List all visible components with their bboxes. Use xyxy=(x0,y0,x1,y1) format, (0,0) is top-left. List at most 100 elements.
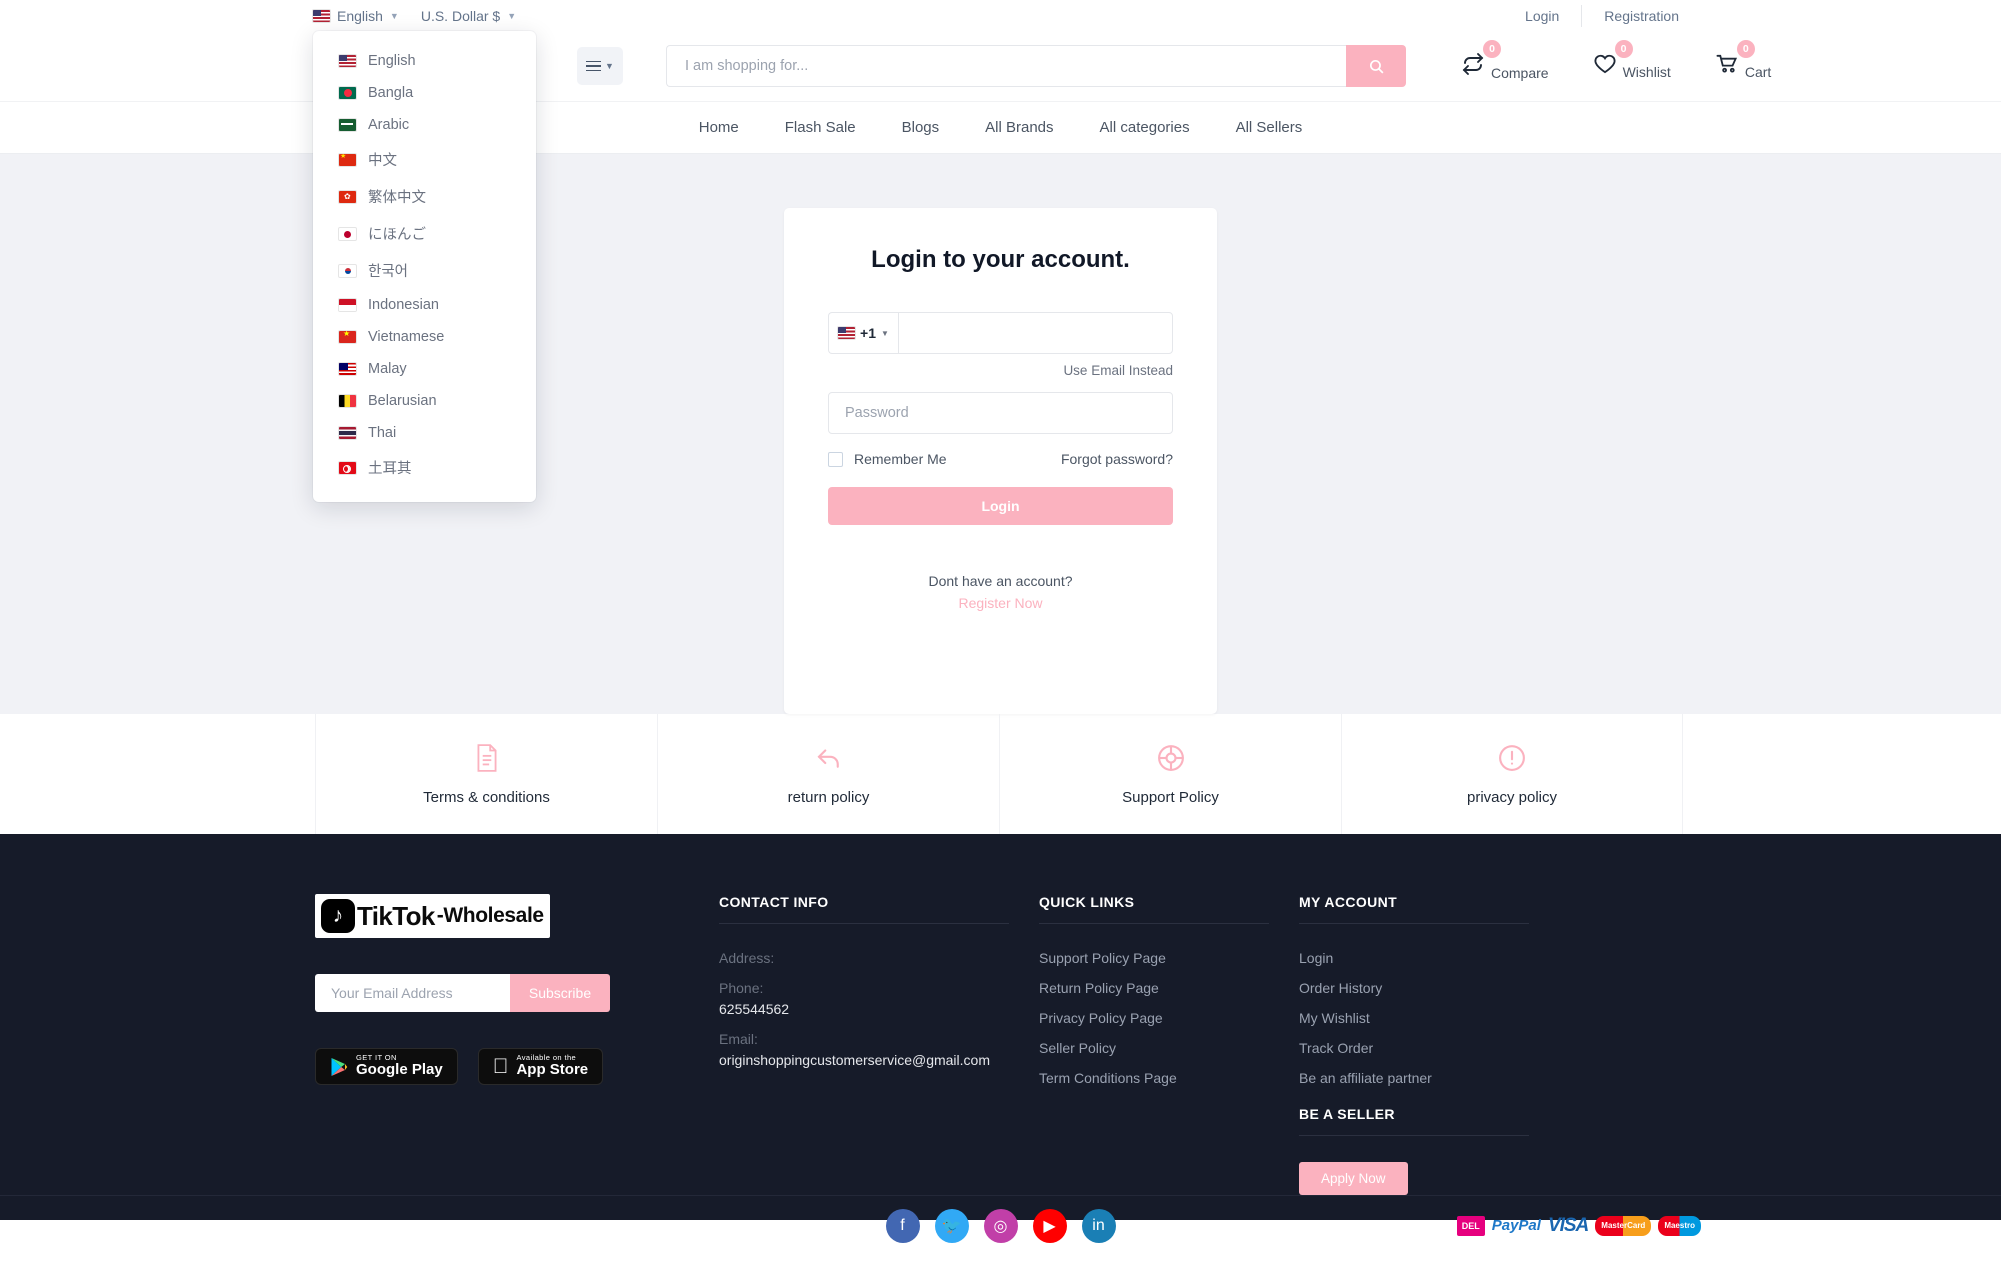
quick-link-item[interactable]: Support Policy Page xyxy=(1039,950,1269,966)
language-option-label: にほんご xyxy=(368,227,426,243)
language-option-6[interactable]: にほんご xyxy=(313,215,536,252)
language-option-9[interactable]: Vietnamese xyxy=(313,321,536,353)
cart-button[interactable]: Cart 0 xyxy=(1715,40,1772,80)
topbar-login-link[interactable]: Login xyxy=(1503,8,1581,24)
search-input[interactable] xyxy=(666,45,1346,87)
newsletter-email-input[interactable] xyxy=(315,974,510,1012)
policy-strip: Terms & conditions return policy Support… xyxy=(0,714,2001,834)
payment-methods: DEL PayPal VISA MasterCard Maestro xyxy=(1456,1214,1701,1236)
thailand-flag-icon xyxy=(339,427,356,439)
nav-item-all-brands[interactable]: All Brands xyxy=(985,119,1053,136)
country-code-selector[interactable]: +1 ▼ xyxy=(828,312,898,354)
payment-visa-icon: VISA xyxy=(1547,1214,1589,1236)
login-button[interactable]: Login xyxy=(828,487,1173,525)
language-option-7[interactable]: 한국어 xyxy=(313,252,536,289)
nav-item-all-sellers[interactable]: All Sellers xyxy=(1236,119,1303,136)
linkedin-icon[interactable]: in xyxy=(1081,1208,1116,1243)
apply-now-button[interactable]: Apply Now xyxy=(1299,1162,1408,1195)
my-account-link-item[interactable]: Track Order xyxy=(1299,1040,1529,1056)
currency-selector[interactable]: U.S. Dollar $ ▼ xyxy=(421,8,516,24)
wishlist-count-badge: 0 xyxy=(1614,40,1633,58)
google-play-name: Google Play xyxy=(356,1061,443,1079)
login-card: Login to your account. +1 ▼ Use Email In… xyxy=(784,208,1217,714)
remember-me-checkbox[interactable]: Remember Me xyxy=(828,451,947,467)
quick-link-item[interactable]: Privacy Policy Page xyxy=(1039,1010,1269,1026)
language-option-label: Malay xyxy=(368,361,407,377)
quick-link-item[interactable]: Term Conditions Page xyxy=(1039,1070,1269,1086)
policy-terms-conditions[interactable]: Terms & conditions xyxy=(315,714,657,834)
forgot-password-link[interactable]: Forgot password? xyxy=(1061,451,1173,467)
wishlist-button[interactable]: Wishlist 0 xyxy=(1593,40,1671,80)
language-option-12[interactable]: Thai xyxy=(313,417,536,449)
cart-label: Cart xyxy=(1744,64,1772,80)
language-option-label: Thai xyxy=(368,425,397,441)
facebook-icon[interactable]: f xyxy=(885,1208,920,1243)
phone-input-row: +1 ▼ xyxy=(828,312,1173,354)
footer-contact-column: CONTACT INFO Address: Phone: 625544562 E… xyxy=(719,894,1009,1195)
footer-brand-column: ♪ TikTok -Wholesale Subscribe GET IT ON … xyxy=(315,894,651,1195)
language-option-8[interactable]: Indonesian xyxy=(313,289,536,321)
language-option-11[interactable]: Belarusian xyxy=(313,385,536,417)
language-option-5[interactable]: 繁体中文 xyxy=(313,178,536,215)
newsletter-subscribe-button[interactable]: Subscribe xyxy=(510,974,610,1012)
footer-logo[interactable]: ♪ TikTok -Wholesale xyxy=(315,894,550,938)
twitter-icon[interactable]: 🐦 xyxy=(934,1208,969,1243)
japan-flag-icon xyxy=(339,227,356,240)
language-option-label: Indonesian xyxy=(368,297,439,313)
app-store-badge[interactable]:  Available on the App Store xyxy=(477,1048,604,1085)
payment-paypal-icon: PayPal xyxy=(1491,1217,1541,1234)
cart-icon xyxy=(1715,52,1739,80)
nav-item-blogs[interactable]: Blogs xyxy=(902,119,940,136)
my-account-link-item[interactable]: My Wishlist xyxy=(1299,1010,1529,1026)
compare-button[interactable]: Compare 0 xyxy=(1461,39,1549,81)
instagram-icon[interactable]: ◎ xyxy=(983,1208,1018,1243)
phone-input[interactable] xyxy=(898,312,1173,354)
top-bar-right: Login Registration xyxy=(1503,4,1701,27)
address-label: Address: xyxy=(719,950,775,966)
malaysia-flag-icon xyxy=(339,363,356,375)
google-play-badge[interactable]: GET IT ON Google Play xyxy=(315,1048,458,1085)
nav-item-all-categories[interactable]: All categories xyxy=(1100,119,1190,136)
nav-item-home[interactable]: Home xyxy=(699,119,739,136)
vietnam-flag-icon xyxy=(339,331,356,343)
youtube-icon[interactable]: ▶ xyxy=(1032,1208,1067,1243)
policy-support[interactable]: Support Policy xyxy=(999,714,1341,834)
language-option-1[interactable]: English xyxy=(313,45,536,77)
email-label: Email: xyxy=(719,1031,758,1047)
quick-link-item[interactable]: Seller Policy xyxy=(1039,1040,1269,1056)
my-account-link-item[interactable]: Be an affiliate partner xyxy=(1299,1070,1529,1086)
hong-kong-flag-icon xyxy=(339,190,356,203)
language-dropdown-menu[interactable]: English Bangla Arabic 中文繁体中文にほんご 한국어 Indonesi… xyxy=(313,31,536,502)
china-flag-icon xyxy=(339,153,356,166)
nav-item-flash-sale[interactable]: Flash Sale xyxy=(785,119,856,136)
topbar-registration-link[interactable]: Registration xyxy=(1582,8,1701,24)
us-flag-icon xyxy=(339,55,356,67)
my-account-link-item[interactable]: Order History xyxy=(1299,980,1529,996)
quick-link-item[interactable]: Return Policy Page xyxy=(1039,980,1269,996)
password-input[interactable] xyxy=(828,392,1173,434)
language-selector[interactable]: English ▼ xyxy=(313,8,399,24)
us-flag-icon xyxy=(838,327,856,339)
my-account-link-item[interactable]: Login xyxy=(1299,950,1529,966)
payment-del-icon: DEL xyxy=(1456,1215,1485,1236)
register-now-link[interactable]: Register Now xyxy=(828,595,1173,611)
search-button[interactable] xyxy=(1346,45,1406,87)
use-email-instead-link[interactable]: Use Email Instead xyxy=(828,363,1173,378)
footer-bottom-bar: f 🐦 ◎ ▶ in DEL PayPal VISA MasterCard Maestro xyxy=(0,1195,2001,1255)
language-option-label: Arabic xyxy=(368,117,410,133)
policy-privacy[interactable]: privacy policy xyxy=(1341,714,1683,834)
language-option-10[interactable]: Malay xyxy=(313,353,536,385)
language-option-13[interactable]: 土耳其 xyxy=(313,449,536,486)
language-option-4[interactable]: 中文 xyxy=(313,141,536,178)
categories-menu-button[interactable]: ▼ xyxy=(577,47,623,85)
language-option-3[interactable]: Arabic xyxy=(313,109,536,141)
language-option-2[interactable]: Bangla xyxy=(313,77,536,109)
tiktok-note-icon: ♪ xyxy=(321,899,355,933)
wishlist-label: Wishlist xyxy=(1622,64,1671,80)
newsletter-form: Subscribe xyxy=(315,974,651,1012)
policy-label: Support Policy xyxy=(1122,788,1219,806)
policy-return[interactable]: return policy xyxy=(657,714,999,834)
phone-label: Phone: xyxy=(719,980,764,996)
language-option-label: 한국어 xyxy=(368,264,409,280)
contact-heading: CONTACT INFO xyxy=(719,894,1009,924)
